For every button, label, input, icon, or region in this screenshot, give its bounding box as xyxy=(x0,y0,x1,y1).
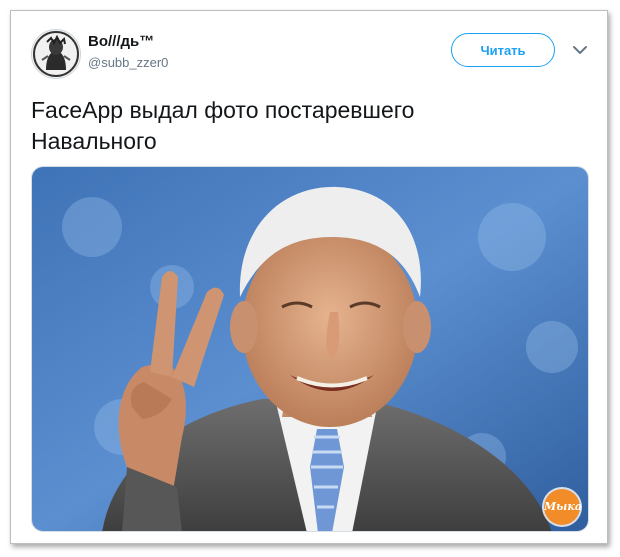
follow-button[interactable]: Читать xyxy=(451,33,555,67)
tweet-card: Во///дь™ @subb_zzer0 Читать FaceApp выда… xyxy=(10,10,608,544)
tweet-header: Во///дь™ @subb_zzer0 Читать xyxy=(31,29,591,85)
tweet-photo[interactable]: Mыка xyxy=(31,166,589,532)
avatar[interactable] xyxy=(31,29,81,79)
tweet-text: FaceApp выдал фото постаревшего Навально… xyxy=(31,97,415,154)
chevron-down-icon[interactable] xyxy=(572,43,588,57)
photo-illustration xyxy=(32,167,588,531)
author-name[interactable]: Во///дь™ xyxy=(88,33,154,50)
avatar-portrait-icon xyxy=(32,30,80,78)
author-handle[interactable]: @subb_zzer0 xyxy=(88,55,168,70)
watermark-logo: Mыка xyxy=(544,489,582,525)
